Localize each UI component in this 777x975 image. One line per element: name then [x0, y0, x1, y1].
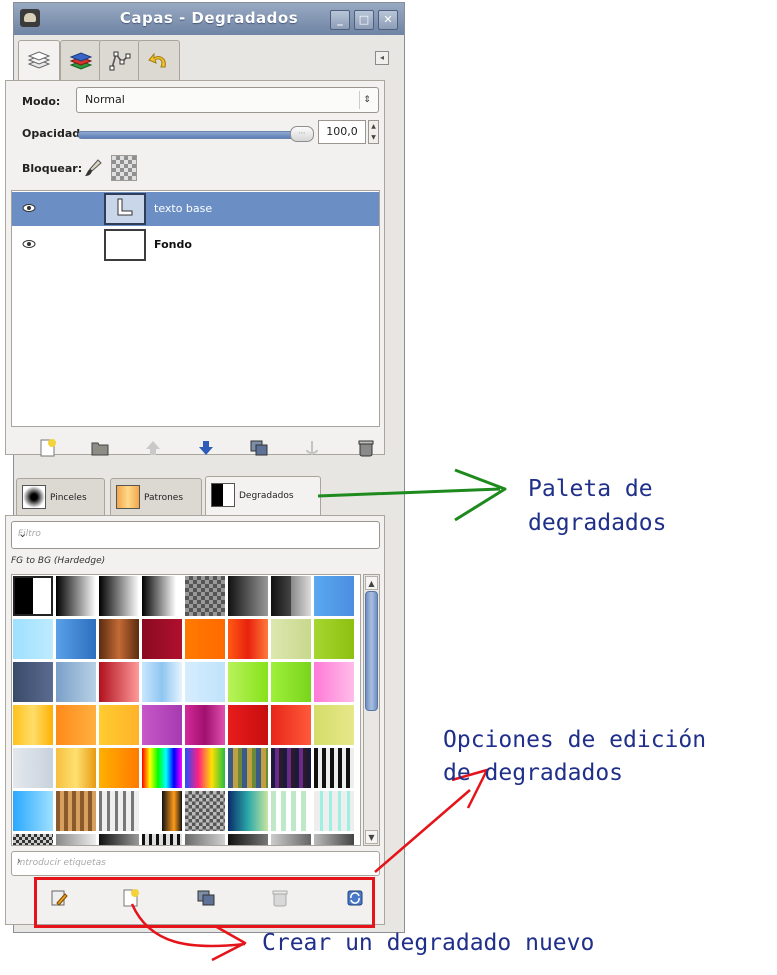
green-arrow [317, 468, 507, 522]
red-arrow-create [130, 903, 247, 962]
annotation-palette-line1: Paleta de [528, 476, 653, 502]
annotation-arrows [130, 468, 507, 962]
annotation-edit-line2: de degradados [443, 760, 624, 786]
annotation-edit-line1: Opciones de edición [443, 727, 707, 753]
annotation-palette-line2: degradados [528, 510, 667, 536]
annotation-create-new: Crear un degradado nuevo [262, 930, 595, 956]
